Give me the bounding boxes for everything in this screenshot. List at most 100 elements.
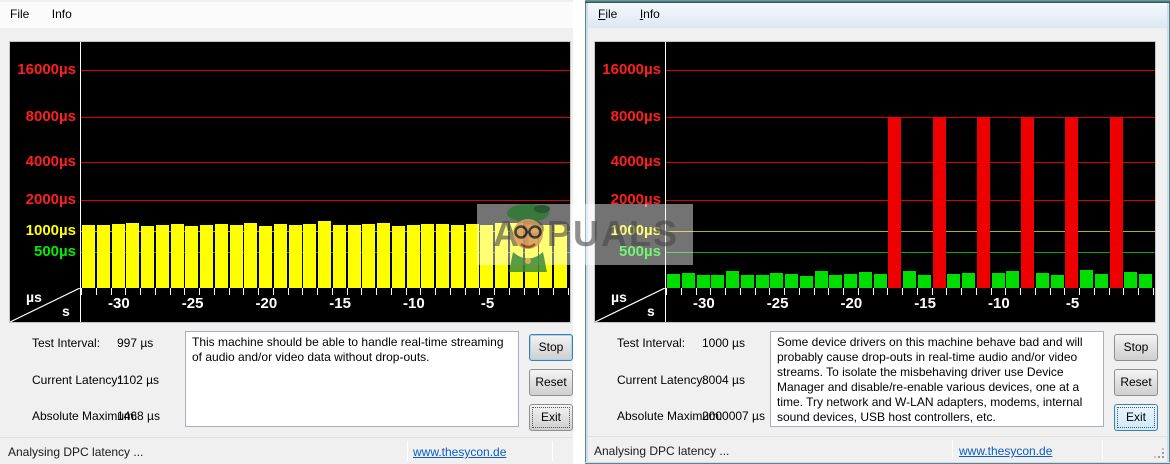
x-tick: [1035, 288, 1036, 295]
gridline: [666, 252, 1155, 253]
status-separator: [952, 440, 953, 460]
x-tick: [961, 288, 962, 295]
latency-bar: [1095, 274, 1108, 288]
gridline: [81, 117, 570, 118]
thesycon-link[interactable]: www.thesycon.de: [413, 445, 506, 459]
menu-info[interactable]: Info: [632, 2, 668, 26]
x-tick-label: -10: [389, 295, 439, 312]
current-latency-label: Current Latency:: [32, 373, 121, 387]
absolute-maximum-value: 1468 µs: [117, 409, 160, 423]
gridline: [666, 117, 1155, 118]
x-tick-label: -30: [679, 295, 729, 312]
x-tick: [932, 288, 933, 295]
x-tick: [391, 288, 392, 295]
latency-bar: [259, 226, 272, 288]
x-tick: [509, 288, 510, 295]
menu-info[interactable]: Info: [44, 2, 80, 26]
latency-bar: [185, 226, 198, 288]
x-tick: [347, 288, 348, 295]
latency-bar: [1080, 270, 1093, 288]
stop-button[interactable]: Stop: [1114, 334, 1158, 361]
latency-bar: [112, 224, 125, 288]
latency-bar: [421, 224, 434, 288]
unit-us-label: µs: [611, 289, 627, 305]
x-tick: [799, 288, 800, 295]
x-tick: [184, 288, 185, 295]
latency-bar: [874, 274, 887, 288]
resize-grip-icon[interactable]: [1154, 448, 1165, 459]
latency-bar: [829, 275, 842, 288]
latency-bar: [947, 274, 960, 288]
x-tick: [494, 288, 495, 295]
x-tick-label: -15: [900, 295, 950, 312]
y-axis-line: [665, 42, 666, 322]
menu-bar: File Info: [0, 2, 573, 28]
latency-bar: [756, 275, 769, 288]
latency-bar: [289, 225, 302, 288]
latency-bar: [1021, 117, 1034, 288]
stop-button[interactable]: Stop: [529, 334, 573, 361]
x-tick-label: -30: [94, 295, 144, 312]
x-tick: [332, 288, 333, 295]
latency-bar: [1006, 271, 1019, 288]
latency-bar: [1065, 117, 1078, 288]
latency-bar: [539, 225, 552, 288]
x-tick-label: -20: [826, 295, 876, 312]
latency-bar: [992, 273, 1005, 288]
exit-button[interactable]: Exit: [529, 404, 573, 431]
x-tick: [229, 288, 230, 295]
x-tick: [361, 288, 362, 295]
latency-bar: [1051, 275, 1064, 288]
reset-button[interactable]: Reset: [529, 369, 573, 396]
latency-chart: µs s 16000µs8000µs4000µs2000µs1000µs500µ…: [10, 42, 570, 322]
x-tick: [376, 288, 377, 295]
x-tick-label: -10: [974, 295, 1024, 312]
y-axis-label: 4000µs: [10, 153, 76, 170]
latency-bar: [800, 276, 813, 288]
latency-bar: [815, 271, 828, 288]
latency-bar: [362, 224, 375, 288]
latency-bar: [451, 225, 464, 288]
latency-bar: [303, 224, 316, 288]
latency-bar: [933, 117, 946, 288]
status-text: Analysing DPC latency ...: [8, 445, 143, 459]
latency-bar: [171, 224, 184, 288]
x-tick: [524, 288, 525, 295]
x-tick: [243, 288, 244, 295]
gridline: [81, 162, 570, 163]
y-axis-label: 1000µs: [10, 222, 76, 239]
menu-file[interactable]: File: [590, 2, 625, 26]
latency-bar: [230, 225, 243, 288]
latency-bar: [126, 223, 139, 288]
x-tick: [140, 288, 141, 295]
thesycon-link[interactable]: www.thesycon.de: [959, 444, 1052, 458]
y-axis-line: [80, 42, 81, 322]
x-tick: [317, 288, 318, 295]
reset-button[interactable]: Reset: [1114, 369, 1158, 396]
analysis-message-box[interactable]: This machine should be able to handle re…: [185, 331, 519, 427]
x-tick-label: -15: [315, 295, 365, 312]
test-interval-label: Test Interval:: [617, 336, 685, 350]
x-tick-label: -5: [1048, 295, 1098, 312]
x-tick: [465, 288, 466, 295]
menu-file[interactable]: File: [2, 2, 37, 26]
window-dpc-left: File Info µs s 16000µs8000µs4000µs2000µs…: [0, 0, 573, 464]
x-tick: [1050, 288, 1051, 295]
gridline: [666, 200, 1155, 201]
x-tick: [710, 288, 711, 295]
gridline: [666, 70, 1155, 71]
x-tick: [755, 288, 756, 295]
latency-bar: [1036, 273, 1049, 289]
screen: File Info µs s 16000µs8000µs4000µs2000µs…: [0, 0, 1170, 464]
y-axis-label: 16000µs: [10, 61, 76, 78]
x-tick: [553, 288, 554, 295]
latency-bar: [770, 273, 783, 288]
exit-button[interactable]: Exit: [1114, 404, 1158, 431]
latency-bar: [333, 225, 346, 288]
menu-bar: File Info: [588, 2, 1167, 28]
x-tick-label: -20: [241, 295, 291, 312]
analysis-message-box[interactable]: Some device drivers on this machine beha…: [770, 331, 1104, 427]
x-tick: [828, 288, 829, 295]
latency-bar: [466, 224, 479, 288]
x-tick: [1079, 288, 1080, 295]
